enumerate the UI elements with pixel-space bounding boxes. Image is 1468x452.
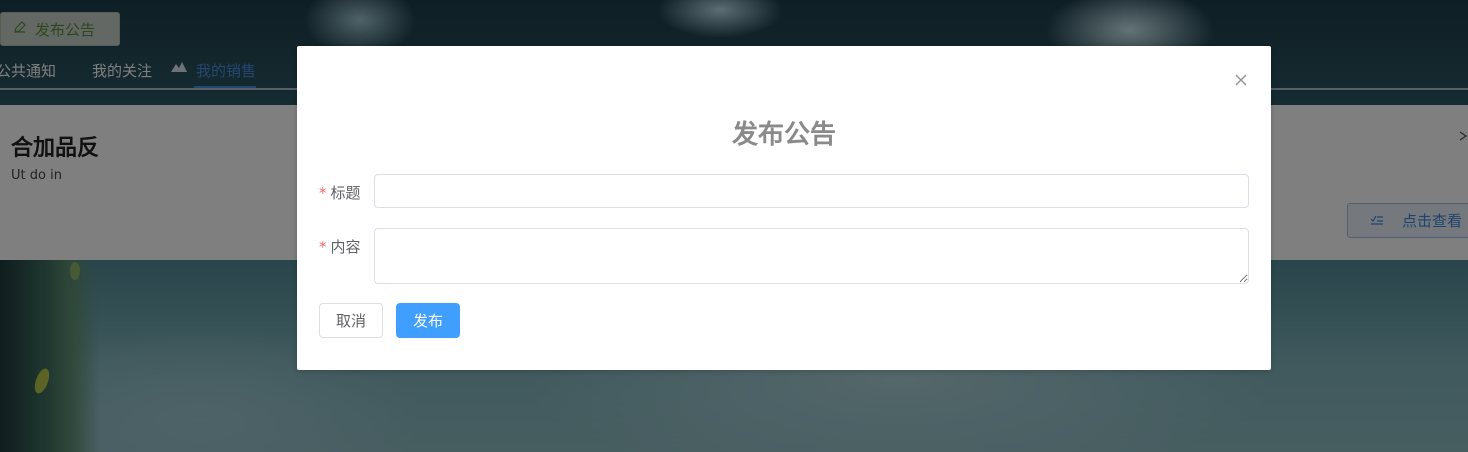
required-mark: * bbox=[319, 184, 327, 202]
publish-announcement-dialog: 发布公告 * 标题 * 内容 取消 发布 bbox=[297, 46, 1271, 370]
title-label-text: 标题 bbox=[330, 184, 361, 202]
content-label-text: 内容 bbox=[330, 238, 361, 256]
content-field-label: * 内容 bbox=[319, 236, 361, 257]
cancel-button[interactable]: 取消 bbox=[319, 303, 383, 338]
content-textarea[interactable] bbox=[374, 228, 1249, 284]
dialog-title: 发布公告 bbox=[731, 120, 836, 150]
title-input[interactable] bbox=[374, 174, 1249, 208]
publish-button[interactable]: 发布 bbox=[396, 303, 460, 338]
close-icon[interactable] bbox=[1233, 72, 1249, 88]
title-field-label: * 标题 bbox=[319, 182, 361, 203]
required-mark: * bbox=[319, 238, 327, 256]
